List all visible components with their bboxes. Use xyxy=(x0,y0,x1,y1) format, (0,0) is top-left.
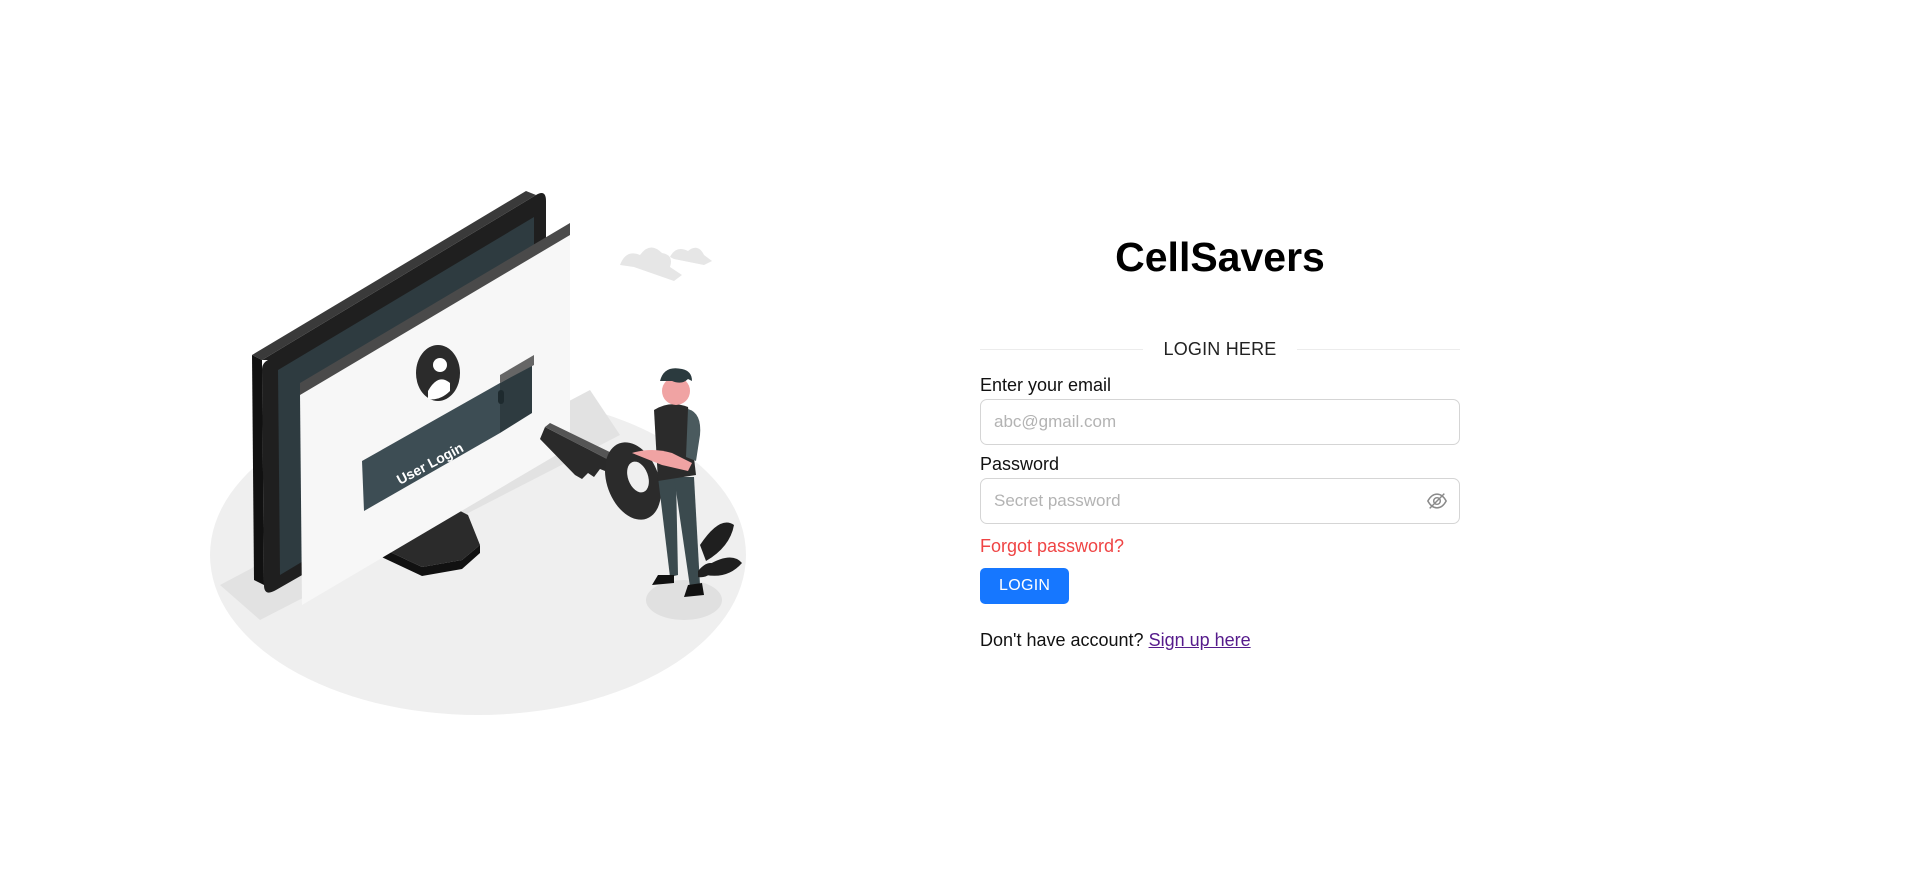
password-field-wrapper xyxy=(980,478,1460,524)
divider-line-left xyxy=(980,349,1144,350)
divider-line-right xyxy=(1296,349,1460,350)
signup-prompt: Don't have account? xyxy=(980,630,1144,650)
login-heading: LOGIN HERE xyxy=(1163,339,1277,359)
signup-link[interactable]: Sign up here xyxy=(1149,630,1251,650)
password-input[interactable] xyxy=(980,478,1460,524)
forgot-password-link[interactable]: Forgot password? xyxy=(980,534,1124,558)
login-button[interactable]: LOGIN xyxy=(980,568,1070,604)
login-page: User Login CellSavers LOGIN HERE Enter y… xyxy=(0,0,1914,882)
email-field-wrapper xyxy=(980,399,1460,445)
eye-slash-icon[interactable] xyxy=(1426,490,1448,512)
signup-row: Don't have account? Sign up here xyxy=(980,630,1460,651)
login-heading-divider: LOGIN HERE xyxy=(980,339,1460,360)
email-input[interactable] xyxy=(980,399,1460,445)
computer-login-illustration: User Login xyxy=(210,191,746,715)
email-label: Enter your email xyxy=(980,375,1112,395)
login-panel: CellSavers LOGIN HERE Enter your email P… xyxy=(980,225,1460,651)
app-title: CellSavers xyxy=(1115,234,1325,280)
password-label: Password xyxy=(980,454,1060,474)
login-illustration: User Login xyxy=(200,185,760,725)
